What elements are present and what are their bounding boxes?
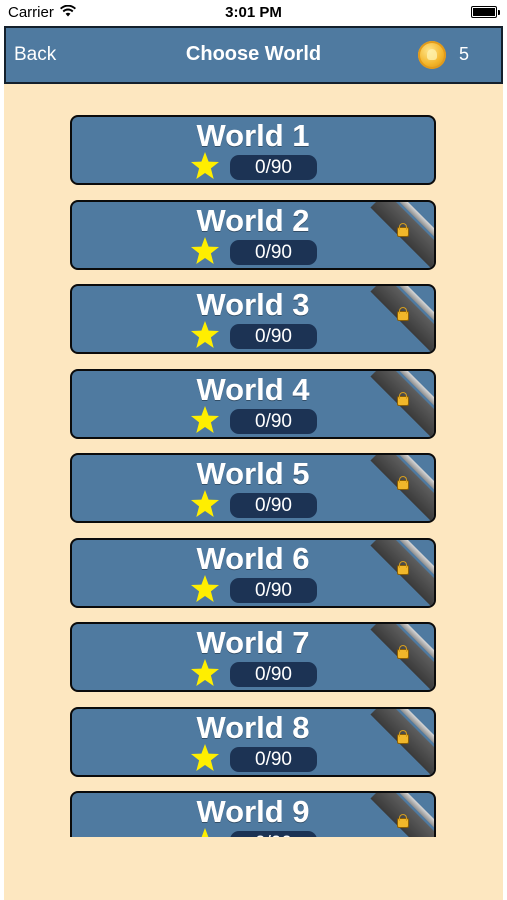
world-card-2[interactable]: World 2 0/90 [70,200,436,270]
star-progress-badge: 0/90 [230,747,317,772]
locked-ribbon [364,624,434,690]
star-progress-badge: 0/90 [230,662,317,687]
world-list[interactable]: World 1 0/90 World 2 0/90 World 3 0/90 World 4… [4,84,503,837]
star-progress-badge: 0/90 [230,409,317,434]
lock-icon [397,730,409,744]
star-progress-badge: 0/90 [230,831,317,837]
locked-ribbon [364,202,434,268]
world-card-3[interactable]: World 3 0/90 [70,284,436,354]
star-icon [190,743,220,773]
world-card-8[interactable]: World 8 0/90 [70,707,436,777]
locked-ribbon [364,540,434,606]
star-progress-badge: 0/90 [230,578,317,603]
world-card-9[interactable]: World 90/90 [70,791,436,837]
coin-count: 5 [459,44,470,64]
star-icon [190,574,220,604]
lock-icon [397,476,409,490]
star-icon [190,827,220,837]
world-card-4[interactable]: World 4 0/90 [70,369,436,439]
lock-icon [397,561,409,575]
lock-icon [397,223,409,237]
locked-ribbon [364,455,434,521]
battery-icon [471,6,500,18]
status-time: 3:01 PM [225,4,282,21]
coin-icon [418,41,446,69]
locked-ribbon [364,709,434,775]
star-icon [190,151,220,181]
world-title: World 1 [196,118,310,153]
lock-icon [397,645,409,659]
star-progress-badge: 0/90 [230,240,317,265]
star-progress-badge: 0/90 [230,155,317,180]
star-icon [190,658,220,688]
world-card-5[interactable]: World 5 0/90 [70,453,436,523]
star-progress-badge: 0/90 [230,493,317,518]
lock-icon [397,307,409,321]
world-card-1[interactable]: World 1 0/90 [70,115,436,185]
nav-bar: Back Choose World 5 [4,26,503,84]
star-icon [190,489,220,519]
world-list-area: World 1 0/90 World 2 0/90 World 3 0/90 World 4… [4,84,503,900]
star-icon [190,320,220,350]
locked-ribbon [364,371,434,437]
status-bar: Carrier 3:01 PM [0,0,507,26]
star-progress-badge: 0/90 [230,324,317,349]
lock-icon [397,814,409,828]
star-icon [190,405,220,435]
lock-icon [397,392,409,406]
locked-ribbon [364,793,434,837]
locked-ribbon [364,286,434,352]
world-card-7[interactable]: World 7 0/90 [70,622,436,692]
world-card-6[interactable]: World 6 0/90 [70,538,436,608]
star-icon [190,236,220,266]
